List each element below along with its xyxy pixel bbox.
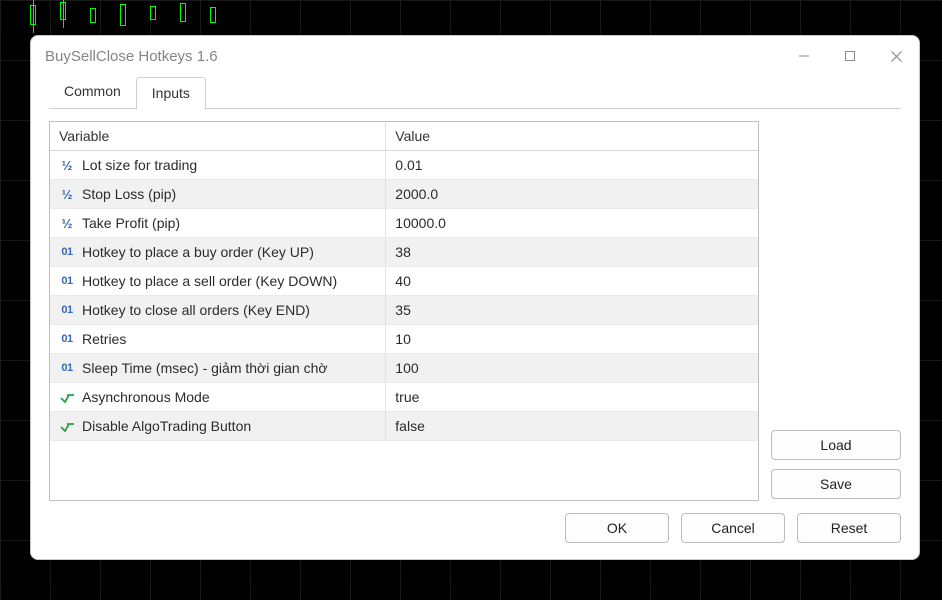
fraction-type-icon: ½ <box>59 158 75 172</box>
table-row[interactable]: 01 Retries 10 <box>50 325 758 354</box>
table-row[interactable]: 01 Hotkey to place a sell order (Key DOWN… <box>50 267 758 296</box>
inputs-table: Variable Value ½ Lot size for trading 0.01… <box>49 121 759 501</box>
variable-cell: 01 Retries <box>50 325 386 353</box>
table-row[interactable]: Disable AlgoTrading Button false <box>50 412 758 441</box>
table-row[interactable]: 01 Hotkey to place a buy order (Key UP) 38 <box>50 238 758 267</box>
integer-type-icon: 01 <box>59 361 75 375</box>
cancel-button[interactable]: Cancel <box>681 513 785 543</box>
value-cell[interactable]: 40 <box>386 267 758 295</box>
variable-cell: 01 Sleep Time (msec) - giảm thời gian chờ <box>50 354 386 382</box>
variable-label: Disable AlgoTrading Button <box>82 418 251 434</box>
value-cell[interactable]: 10 <box>386 325 758 353</box>
value-cell[interactable]: 38 <box>386 238 758 266</box>
variable-label: Hotkey to place a sell order (Key DOWN) <box>82 273 337 289</box>
variable-cell: Disable AlgoTrading Button <box>50 412 386 440</box>
variable-label: Hotkey to close all orders (Key END) <box>82 302 310 318</box>
value-cell[interactable]: 2000.0 <box>386 180 758 208</box>
load-button[interactable]: Load <box>771 430 901 460</box>
table-row[interactable]: ½ Take Profit (pip) 10000.0 <box>50 209 758 238</box>
column-header-value[interactable]: Value <box>386 122 758 150</box>
variable-cell: ½ Stop Loss (pip) <box>50 180 386 208</box>
variable-cell: ½ Take Profit (pip) <box>50 209 386 237</box>
table-row[interactable]: 01 Sleep Time (msec) - giảm thời gian chờ… <box>50 354 758 383</box>
tab-bar: Common Inputs <box>31 76 919 109</box>
value-cell[interactable]: true <box>386 383 758 411</box>
value-cell[interactable]: 35 <box>386 296 758 324</box>
value-cell[interactable]: 100 <box>386 354 758 382</box>
titlebar: BuySellClose Hotkeys 1.6 <box>31 36 919 76</box>
integer-type-icon: 01 <box>59 245 75 259</box>
tab-inputs[interactable]: Inputs <box>136 77 206 110</box>
variable-cell: 01 Hotkey to close all orders (Key END) <box>50 296 386 324</box>
boolean-type-icon <box>59 390 75 404</box>
table-row[interactable]: Asynchronous Mode true <box>50 383 758 412</box>
variable-label: Asynchronous Mode <box>82 389 210 405</box>
maximize-button[interactable] <box>827 36 873 76</box>
table-row[interactable]: ½ Lot size for trading 0.01 <box>50 151 758 180</box>
save-button[interactable]: Save <box>771 469 901 499</box>
reset-button[interactable]: Reset <box>797 513 901 543</box>
minimize-button[interactable] <box>781 36 827 76</box>
value-cell[interactable]: false <box>386 412 758 440</box>
variable-label: Retries <box>82 331 126 347</box>
variable-label: Hotkey to place a buy order (Key UP) <box>82 244 314 260</box>
properties-dialog: BuySellClose Hotkeys 1.6 Common Inputs V… <box>30 35 920 560</box>
integer-type-icon: 01 <box>59 274 75 288</box>
table-row[interactable]: ½ Stop Loss (pip) 2000.0 <box>50 180 758 209</box>
value-cell[interactable]: 10000.0 <box>386 209 758 237</box>
variable-label: Sleep Time (msec) - giảm thời gian chờ <box>82 360 328 376</box>
variable-label: Lot size for trading <box>82 157 197 173</box>
integer-type-icon: 01 <box>59 303 75 317</box>
column-header-variable[interactable]: Variable <box>50 122 386 150</box>
tab-common[interactable]: Common <box>49 76 136 109</box>
table-row[interactable]: 01 Hotkey to close all orders (Key END) 35 <box>50 296 758 325</box>
ok-button[interactable]: OK <box>565 513 669 543</box>
variable-cell: 01 Hotkey to place a sell order (Key DOWN… <box>50 267 386 295</box>
variable-label: Stop Loss (pip) <box>82 186 176 202</box>
fraction-type-icon: ½ <box>59 187 75 201</box>
variable-cell: Asynchronous Mode <box>50 383 386 411</box>
variable-cell: ½ Lot size for trading <box>50 151 386 179</box>
value-cell[interactable]: 0.01 <box>386 151 758 179</box>
close-button[interactable] <box>873 36 919 76</box>
variable-cell: 01 Hotkey to place a buy order (Key UP) <box>50 238 386 266</box>
fraction-type-icon: ½ <box>59 216 75 230</box>
variable-label: Take Profit (pip) <box>82 215 180 231</box>
boolean-type-icon <box>59 419 75 433</box>
window-title: BuySellClose Hotkeys 1.6 <box>45 48 218 65</box>
integer-type-icon: 01 <box>59 332 75 346</box>
